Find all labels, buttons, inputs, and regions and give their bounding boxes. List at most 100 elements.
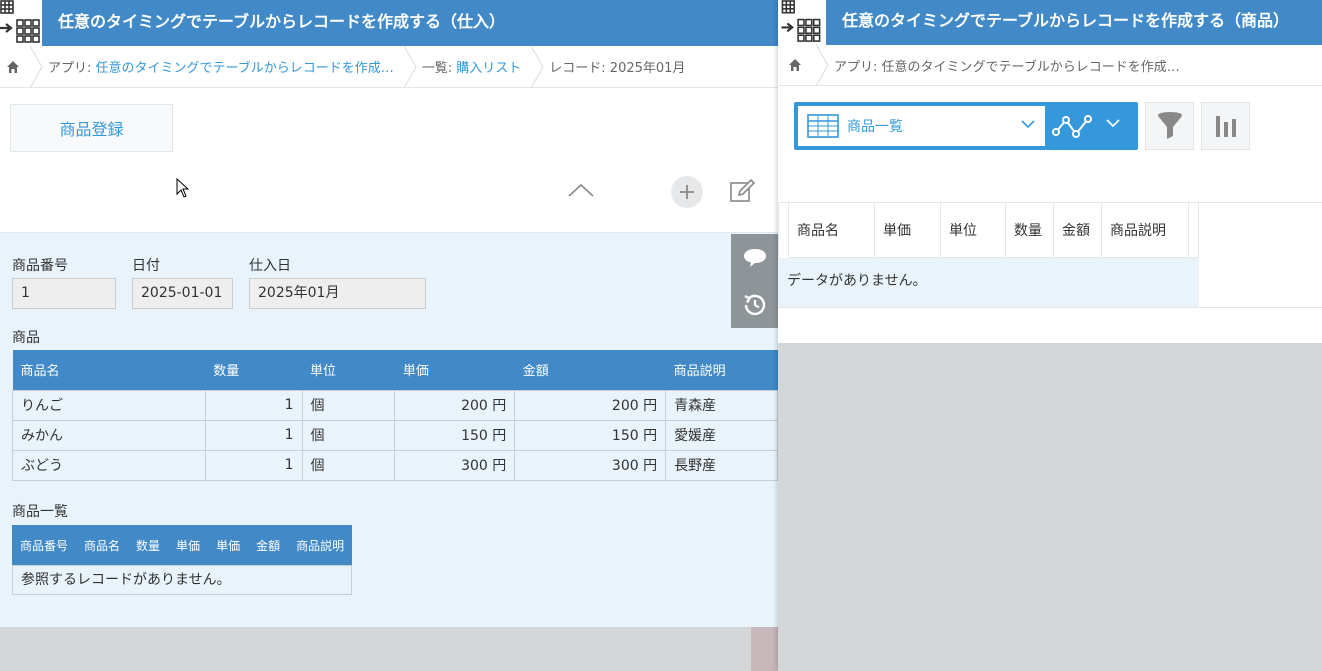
app-title: 任意のタイミングでテーブルからレコードを作成する（仕入）: [58, 12, 506, 31]
date-label: 日付: [132, 258, 160, 274]
comment-icon: [743, 248, 766, 267]
product-no-label: 商品番号: [12, 258, 68, 274]
breadcrumb-separator: [403, 45, 417, 88]
table-cell: 青森産: [665, 389, 778, 421]
col-header: 商品番号: [12, 525, 77, 565]
breadcrumb: アプリ: 任意のタイミングでテーブルからレコードを作成… 一覧: 購入リスト レ…: [0, 45, 778, 88]
table-cell: 200 円: [394, 389, 516, 421]
col-header[interactable]: 商品説明: [1101, 203, 1189, 258]
title-bar: 任意のタイミングでテーブルからレコードを作成する（商品）: [778, 0, 1322, 45]
app-icon[interactable]: [0, 0, 42, 46]
table-cell: 長野産: [665, 449, 778, 481]
filter-button[interactable]: [1145, 102, 1194, 150]
view-toolbar: 商品一覧: [778, 86, 1322, 202]
record-list: 商品名 単価 単位 数量 金額 商品説明 データがありません。: [778, 202, 1322, 343]
col-header: 商品名: [12, 350, 206, 390]
purchase-day-label: 仕入日: [249, 258, 291, 274]
col-header[interactable]: 数量: [1005, 203, 1054, 258]
breadcrumb-separator: [29, 45, 43, 88]
app-icon[interactable]: [778, 0, 826, 45]
table-row: りんご 1 個 200 円 200 円 青森産: [12, 389, 778, 421]
purchase-day-value: 2025年01月: [249, 278, 426, 309]
table-cell: 150 円: [394, 419, 516, 451]
record-detail: 商品番号 1 日付 2025-01-01 仕入日 2025年01月 商品 商品名…: [0, 233, 778, 627]
mouse-cursor-icon: [176, 178, 190, 198]
col-header: 商品説明: [288, 525, 353, 565]
chevron-up-icon[interactable]: [566, 180, 596, 200]
list-empty-message: データがありません。: [778, 258, 1199, 307]
col-header: 単位: [302, 350, 395, 390]
edit-icon[interactable]: [727, 176, 757, 206]
table-cell: 150 円: [514, 419, 667, 451]
breadcrumb-list[interactable]: 一覧: 購入リスト: [420, 57, 528, 76]
left-window: 任意のタイミングでテーブルからレコードを作成する（仕入） アプリ: 任意のタイミ…: [0, 0, 778, 671]
chevron-down-icon: [1021, 120, 1035, 129]
table-cell: りんご: [12, 389, 206, 421]
reference-table-label: 商品一覧: [12, 504, 68, 520]
reference-empty-message: 参照するレコードがありません。: [12, 565, 352, 595]
chevron-down-icon[interactable]: [1106, 118, 1120, 128]
col-header[interactable]: 金額: [1053, 203, 1102, 258]
right-window: 任意のタイミングでテーブルからレコードを作成する（商品） アプリ: 任意のタイミ…: [778, 0, 1322, 671]
view-dropdown[interactable]: 商品一覧: [798, 106, 1045, 146]
table-cell: 300 円: [514, 449, 667, 481]
col-header-spacer: [1188, 203, 1199, 258]
date-value: 2025-01-01: [132, 278, 233, 309]
table-cell: 愛媛産: [665, 419, 778, 451]
view-name: 商品一覧: [847, 119, 903, 135]
col-header: 単価: [394, 350, 515, 390]
col-header: 金額: [514, 350, 666, 390]
breadcrumb-app[interactable]: アプリ: 任意のタイミングでテーブルからレコードを作成…: [832, 56, 1186, 75]
col-header[interactable]: 商品名: [788, 203, 875, 258]
plus-icon: [680, 185, 694, 199]
col-header[interactable]: 単位: [940, 203, 1006, 258]
add-record-button[interactable]: [671, 176, 703, 208]
graph-icon[interactable]: [1052, 110, 1096, 142]
home-icon[interactable]: [778, 44, 812, 86]
table-cell: 個: [301, 419, 396, 451]
record-toolbar: 商品登録: [0, 88, 778, 233]
table-cell: 1: [204, 449, 303, 481]
table-cell: みかん: [12, 419, 206, 451]
breadcrumb-app-link[interactable]: 任意のタイミングでテーブルからレコードを作成…: [96, 61, 394, 76]
reference-table: 商品番号 商品名 数量 単価 単価 金額 商品説明: [12, 525, 353, 565]
breadcrumb-separator: [530, 45, 544, 88]
register-product-button[interactable]: 商品登録: [10, 104, 173, 152]
breadcrumb-app-link[interactable]: 任意のタイミングでテーブルからレコードを作成…: [882, 60, 1180, 75]
list-border: [778, 307, 1322, 308]
view-selector[interactable]: 商品一覧: [794, 102, 1138, 150]
breadcrumb-separator: [815, 44, 829, 86]
filter-icon: [1157, 112, 1182, 139]
col-header: 数量: [128, 525, 169, 565]
table-cell: ぶどう: [12, 449, 206, 481]
breadcrumb-list-link[interactable]: 購入リスト: [456, 61, 521, 76]
comment-button[interactable]: [731, 234, 778, 281]
chart-button[interactable]: [1201, 102, 1250, 150]
col-header: 単価: [208, 525, 249, 565]
breadcrumb-app[interactable]: アプリ: 任意のタイミングでテーブルからレコードを作成…: [46, 57, 400, 76]
table-cell: 1: [204, 389, 303, 421]
table-cell: 1: [204, 419, 303, 451]
col-header: 単価: [168, 525, 209, 565]
home-icon[interactable]: [0, 46, 26, 88]
history-button[interactable]: [731, 281, 778, 328]
side-panel: [731, 234, 778, 328]
table-cell: 個: [301, 449, 396, 481]
col-header: 商品説明: [665, 350, 778, 390]
bar-chart-icon: [1215, 116, 1236, 137]
title-bar: 任意のタイミングでテーブルからレコードを作成する（仕入）: [0, 0, 778, 46]
col-header: 金額: [248, 525, 289, 565]
background-strip: [751, 627, 778, 671]
col-header[interactable]: 単価: [874, 203, 941, 258]
history-icon: [743, 294, 765, 315]
product-no-value: 1: [12, 278, 116, 309]
breadcrumb: アプリ: 任意のタイミングでテーブルからレコードを作成…: [778, 44, 1322, 86]
col-header: 商品名: [76, 525, 129, 565]
app-title: 任意のタイミングでテーブルからレコードを作成する（商品）: [842, 11, 1290, 30]
product-subtable: 商品名 数量 単位 単価 金額 商品説明 りんご 1 個 200 円 200 円…: [12, 350, 778, 481]
subtable-label: 商品: [12, 330, 40, 346]
table-row: みかん 1 個 150 円 150 円 愛媛産: [12, 419, 778, 451]
col-header: 数量: [205, 350, 303, 390]
table-view-icon: [807, 114, 839, 138]
table-cell: 200 円: [514, 389, 667, 421]
